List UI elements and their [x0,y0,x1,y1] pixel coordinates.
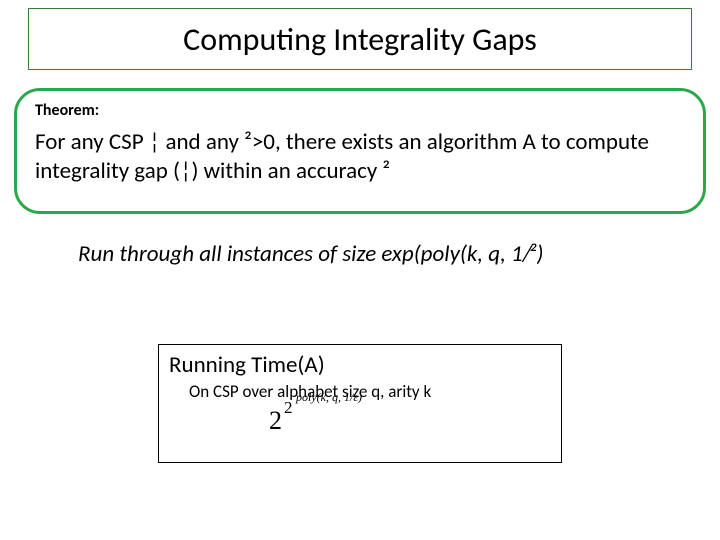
running-time-formula: 2 2 poly(k, q, 1/ε) [269,406,551,448]
running-time-box: Running Time(A) On CSP over alphabet siz… [158,344,562,463]
formula-exp1: 2 [284,398,293,418]
theorem-box: Theorem: For any CSP ¦ and any ²>0, ther… [14,88,706,214]
run-through-line: Run through all instances of size exp(po… [78,240,544,268]
page-title: Computing Integrality Gaps [183,20,537,59]
running-time-heading: Running Time(A) [169,351,551,379]
theorem-body: For any CSP ¦ and any ²>0, there exists … [35,128,685,187]
formula-base: 2 [269,406,282,435]
formula-exp2: poly(k, q, 1/ε) [296,390,362,405]
running-time-sub: On CSP over alphabet size q, arity k [189,381,551,402]
theorem-label: Theorem: [35,101,685,120]
title-box: Computing Integrality Gaps [28,8,692,70]
